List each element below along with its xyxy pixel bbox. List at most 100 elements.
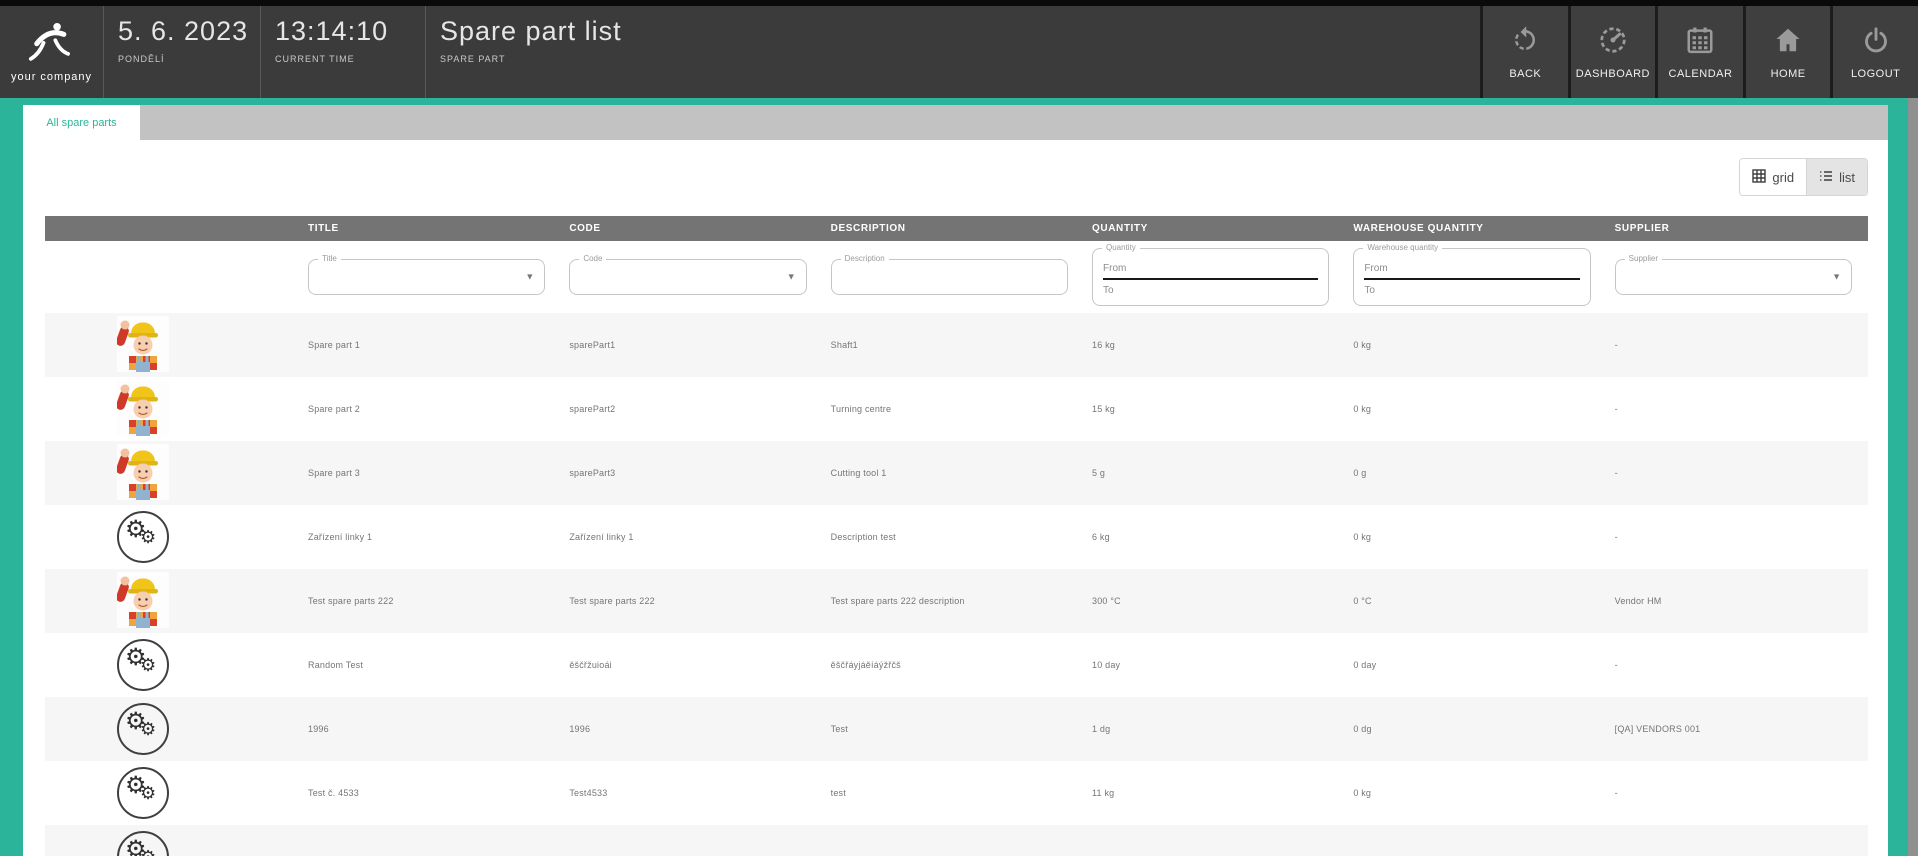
table-row[interactable]: ⚙⚙ Random Test ěščřžuioái ěščřáyjáěíáýžř… bbox=[45, 633, 1868, 697]
row-image-cell: ⚙⚙ bbox=[45, 697, 300, 761]
quantity-to-input[interactable] bbox=[1103, 280, 1318, 296]
warehouse-from-input[interactable] bbox=[1364, 261, 1579, 280]
calendar-button[interactable]: CALENDAR bbox=[1658, 6, 1743, 98]
row-description: Shaft1 bbox=[823, 313, 1084, 377]
quantity-from-input[interactable] bbox=[1103, 261, 1318, 280]
time-value: 13:14:10 bbox=[275, 16, 411, 47]
row-quantity: 15 kg bbox=[1084, 377, 1345, 441]
title-filter-select[interactable]: Title ▼ bbox=[308, 259, 545, 295]
row-title bbox=[300, 825, 561, 856]
row-image-cell: ⚙⚙ bbox=[45, 313, 300, 377]
gears-icon: ⚙⚙ bbox=[117, 767, 169, 819]
grid-view-button[interactable]: grid bbox=[1740, 159, 1807, 195]
row-supplier: - bbox=[1607, 441, 1868, 505]
row-supplier: Vendor HM bbox=[1607, 569, 1868, 633]
gears-icon: ⚙⚙ bbox=[117, 703, 169, 755]
row-image-cell: ⚙⚙ bbox=[45, 569, 300, 633]
row-description: Test spare parts 222 description bbox=[823, 569, 1084, 633]
table-row[interactable]: ⚙⚙ bbox=[45, 825, 1868, 856]
calendar-icon bbox=[1685, 25, 1715, 60]
row-quantity: 10 day bbox=[1084, 633, 1345, 697]
column-header-quantity: QUANTITY bbox=[1084, 216, 1345, 241]
page-title: Spare part list bbox=[440, 16, 1466, 47]
row-title: Random Test bbox=[300, 633, 561, 697]
row-warehouse-quantity: 0 kg bbox=[1345, 313, 1606, 377]
row-supplier bbox=[1607, 825, 1868, 856]
quantity-filter-field: Quantity bbox=[1092, 248, 1329, 306]
chevron-down-icon: ▼ bbox=[1832, 272, 1841, 282]
supplier-filter-select[interactable]: Supplier ▼ bbox=[1615, 259, 1852, 295]
spare-parts-table: TITLE CODE DESCRIPTION QUANTITY WAREHOUS… bbox=[45, 216, 1868, 856]
date-display: 5. 6. 2023 PONDĚLÍ bbox=[104, 6, 261, 98]
row-supplier: - bbox=[1607, 633, 1868, 697]
column-header-description: DESCRIPTION bbox=[823, 216, 1084, 241]
row-warehouse-quantity: 0 dg bbox=[1345, 697, 1606, 761]
view-toggle: grid list bbox=[1739, 158, 1868, 196]
row-quantity bbox=[1084, 825, 1345, 856]
list-view-button[interactable]: list bbox=[1807, 159, 1867, 195]
row-image-cell: ⚙⚙ bbox=[45, 505, 300, 569]
row-quantity: 16 kg bbox=[1084, 313, 1345, 377]
table-row[interactable]: ⚙⚙ Test spare parts 222 Test spare parts… bbox=[45, 569, 1868, 633]
page-title-block: Spare part list SPARE PART bbox=[426, 6, 1480, 98]
row-description bbox=[823, 825, 1084, 856]
tab-bar: All spare parts bbox=[23, 105, 1888, 140]
row-title: Spare part 3 bbox=[300, 441, 561, 505]
row-supplier: - bbox=[1607, 761, 1868, 825]
day-of-week: PONDĚLÍ bbox=[118, 54, 246, 64]
table-row[interactable]: ⚙⚙ 1996 1996 Test 1 dg 0 dg [QA] VENDORS… bbox=[45, 697, 1868, 761]
dashboard-button[interactable]: DASHBOARD bbox=[1571, 6, 1656, 98]
page-scrollbar[interactable] bbox=[1908, 98, 1918, 856]
row-code: sparePart1 bbox=[561, 313, 822, 377]
column-header-image bbox=[45, 216, 300, 241]
row-warehouse-quantity: 0 kg bbox=[1345, 377, 1606, 441]
gears-icon: ⚙⚙ bbox=[117, 639, 169, 691]
time-display: 13:14:10 CURRENT TIME bbox=[261, 6, 426, 98]
column-header-code: CODE bbox=[561, 216, 822, 241]
dashboard-icon bbox=[1598, 25, 1628, 60]
row-supplier: [QA] VENDORS 001 bbox=[1607, 697, 1868, 761]
row-description: Test bbox=[823, 697, 1084, 761]
code-filter-select[interactable]: Code ▼ bbox=[569, 259, 806, 295]
row-warehouse-quantity bbox=[1345, 825, 1606, 856]
row-supplier: - bbox=[1607, 505, 1868, 569]
row-description: Cutting tool 1 bbox=[823, 441, 1084, 505]
main-content: grid list TITLE CODE DESCRIPTION QUANTIT… bbox=[23, 140, 1888, 856]
home-button[interactable]: HOME bbox=[1746, 6, 1831, 98]
bob-builder-figure-image bbox=[117, 572, 169, 630]
header-nav: BACK DASHBOARD CALENDAR HOME LOGOUT bbox=[1480, 6, 1918, 98]
table-row[interactable]: ⚙⚙ Zařízení linky 1 Zařízení linky 1 Des… bbox=[45, 505, 1868, 569]
row-warehouse-quantity: 0 kg bbox=[1345, 761, 1606, 825]
row-quantity: 6 kg bbox=[1084, 505, 1345, 569]
column-header-warehouse-quantity: WAREHOUSE QUANTITY bbox=[1345, 216, 1606, 241]
row-warehouse-quantity: 0 °C bbox=[1345, 569, 1606, 633]
row-title: Test spare parts 222 bbox=[300, 569, 561, 633]
home-icon bbox=[1773, 25, 1803, 60]
table-row[interactable]: ⚙⚙ Spare part 2 sparePart2 Turning centr… bbox=[45, 377, 1868, 441]
row-code: Test spare parts 222 bbox=[561, 569, 822, 633]
row-quantity: 300 °C bbox=[1084, 569, 1345, 633]
grid-icon bbox=[1752, 169, 1766, 186]
row-warehouse-quantity: 0 g bbox=[1345, 441, 1606, 505]
table-row[interactable]: ⚙⚙ Test č. 4533 Test4533 test 11 kg 0 kg… bbox=[45, 761, 1868, 825]
row-code: 1996 bbox=[561, 697, 822, 761]
row-code: sparePart2 bbox=[561, 377, 822, 441]
row-title: Spare part 1 bbox=[300, 313, 561, 377]
row-image-cell: ⚙⚙ bbox=[45, 825, 300, 856]
back-button[interactable]: BACK bbox=[1483, 6, 1568, 98]
row-title: Test č. 4533 bbox=[300, 761, 561, 825]
page-subtitle: SPARE PART bbox=[440, 54, 1466, 64]
tab-all-spare-parts[interactable]: All spare parts bbox=[23, 105, 140, 140]
logout-button[interactable]: LOGOUT bbox=[1833, 6, 1918, 98]
row-supplier: - bbox=[1607, 377, 1868, 441]
row-title: Spare part 2 bbox=[300, 377, 561, 441]
company-logo: your company bbox=[0, 6, 104, 98]
table-row[interactable]: ⚙⚙ Spare part 3 sparePart3 Cutting tool … bbox=[45, 441, 1868, 505]
app-header: your company 5. 6. 2023 PONDĚLÍ 13:14:10… bbox=[0, 6, 1918, 98]
table-row[interactable]: ⚙⚙ Spare part 1 sparePart1 Shaft1 16 kg … bbox=[45, 313, 1868, 377]
chevron-down-icon: ▼ bbox=[525, 272, 534, 282]
row-code: sparePart3 bbox=[561, 441, 822, 505]
description-filter-input[interactable] bbox=[832, 260, 1067, 294]
company-logo-text: your company bbox=[11, 71, 92, 83]
warehouse-to-input[interactable] bbox=[1364, 280, 1579, 296]
